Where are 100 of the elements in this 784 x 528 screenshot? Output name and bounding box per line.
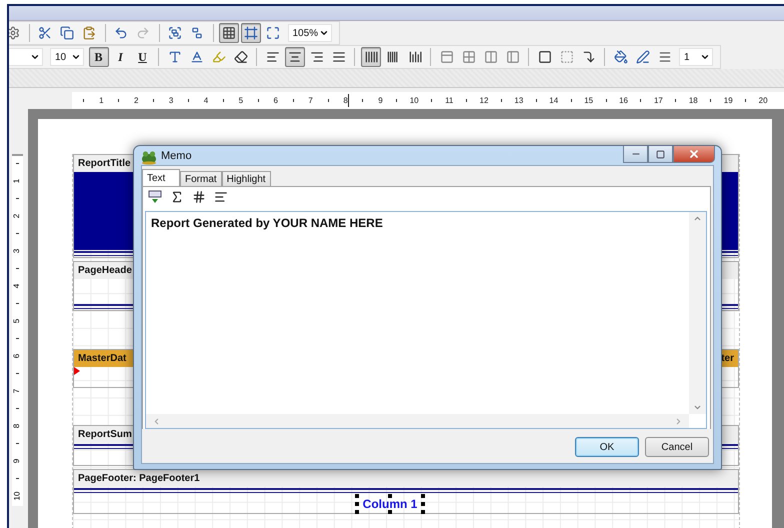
ruler-number: 13 <box>514 96 524 105</box>
frame-all-icon <box>538 50 552 64</box>
dialog-title: Memo <box>161 150 193 162</box>
band-title: ReportSum <box>78 429 132 440</box>
band-title: PageHeade <box>78 265 132 276</box>
ruler-number: 3 <box>168 96 174 105</box>
ruler-number: 15 <box>584 96 594 105</box>
maximize-icon <box>656 150 665 158</box>
pen-icon <box>636 50 650 64</box>
close-button[interactable] <box>673 146 715 163</box>
scroll-down-icon <box>693 403 702 412</box>
toolbar-button[interactable] <box>360 47 380 67</box>
ruler-number: 11 <box>445 96 454 105</box>
dropdown-field[interactable] <box>9 48 43 66</box>
ruler-number: 10 <box>14 491 22 500</box>
band-title: MasterDat <box>78 353 126 364</box>
fit-icon <box>266 26 280 40</box>
band-title: PageFooter: PageFooter1 <box>78 473 200 484</box>
dropdown-caret-icon <box>318 28 328 38</box>
frame-grid-icon <box>462 50 476 64</box>
ruler-number: 17 <box>654 96 663 105</box>
ruler-number: 20 <box>758 96 768 105</box>
frame-columns-icon <box>484 50 498 64</box>
ruler-number: 1 <box>99 96 104 105</box>
ruler-number: 2 <box>134 96 138 105</box>
frame-top-icon <box>440 50 454 64</box>
text-size-icon <box>168 50 182 64</box>
minimize-button[interactable] <box>623 146 648 163</box>
close-icon <box>688 148 700 160</box>
dropdown-field[interactable]: 10 <box>50 48 84 66</box>
ruler-number: 14 <box>549 96 558 105</box>
undo-icon <box>114 26 128 40</box>
ruler-number: 18 <box>688 96 698 105</box>
ruler-number: 19 <box>724 96 733 105</box>
ruler-number: 3 <box>14 248 22 253</box>
toolbar-button[interactable] <box>284 47 304 67</box>
ruler-number: 7 <box>14 388 22 393</box>
ruler-number: 7 <box>308 96 313 105</box>
ruler-number: 9 <box>14 458 22 463</box>
ruler-number: 6 <box>274 96 278 105</box>
sum-icon <box>170 190 184 204</box>
scroll-right-icon <box>674 416 683 426</box>
shadow-corner-icon <box>582 50 596 64</box>
ruler-number: 8 <box>14 423 22 428</box>
eraser-icon <box>234 50 248 64</box>
ruler-number: 1 <box>14 178 22 183</box>
grid-icon <box>222 26 236 40</box>
horizontal-scrollbar[interactable] <box>146 414 689 428</box>
frame-none-icon <box>560 50 574 64</box>
resize-handle[interactable] <box>388 510 392 514</box>
toolbar-button[interactable]: B <box>88 47 108 67</box>
ruler-number: 2 <box>14 213 22 218</box>
tab[interactable]: Text <box>142 169 180 186</box>
ungroup-icon <box>190 26 204 40</box>
ruler-number: 16 <box>619 96 628 105</box>
toolbar-button[interactable]: I <box>110 47 130 67</box>
dropdown-caret-icon <box>700 52 710 62</box>
band-title: ter <box>721 353 734 364</box>
ruler-number: 10 <box>410 96 419 105</box>
band-header[interactable]: PageFooter: PageFooter1 <box>74 470 738 487</box>
align-left-icon <box>266 50 280 64</box>
ruler-number: 4 <box>204 96 208 105</box>
font-color-icon <box>190 50 204 64</box>
highlighter-icon <box>212 50 226 64</box>
copy-icon <box>60 26 74 40</box>
dropdown-field[interactable]: 1 <box>679 48 713 66</box>
band-title: ReportTitle <box>78 158 131 169</box>
flag-icon <box>74 367 80 375</box>
frame-left-icon <box>506 50 520 64</box>
ruler-number: 5 <box>238 96 244 105</box>
tab[interactable]: Highlight <box>222 171 271 186</box>
frame-icon <box>244 26 258 40</box>
vertical-lines-icon <box>408 50 422 64</box>
hash-icon <box>192 190 206 204</box>
clipboard-icon <box>82 26 96 40</box>
toolbar-button[interactable] <box>219 23 239 43</box>
scroll-up-icon <box>693 214 702 223</box>
text-object[interactable]: Column 1 <box>357 497 423 511</box>
ruler-number: 4 <box>14 283 22 288</box>
dialog-button[interactable]: Cancel <box>645 437 709 457</box>
scissors-icon <box>38 26 52 40</box>
maximize-button[interactable] <box>648 146 673 163</box>
dropdown-field[interactable]: 105% <box>288 24 332 42</box>
gear-icon <box>9 26 20 40</box>
ruler-number: 8 <box>343 96 348 105</box>
vertical-scrollbar[interactable] <box>689 212 706 414</box>
line-style-icon <box>658 50 672 64</box>
align-right-icon <box>310 50 324 64</box>
scroll-left-icon <box>152 416 161 426</box>
vertical-lines-icon <box>364 50 378 64</box>
align-center-icon <box>288 50 302 64</box>
tab[interactable]: Format <box>180 171 222 186</box>
resize-handle[interactable] <box>388 494 392 498</box>
dropdown-caret-icon <box>71 52 81 62</box>
paint-bucket-icon <box>614 50 628 64</box>
frog-icon <box>141 150 157 165</box>
align-justify-icon <box>332 50 346 64</box>
ruler-number: 5 <box>14 318 22 323</box>
dialog-button[interactable]: OK <box>575 437 639 457</box>
toolbar-button[interactable]: U <box>132 47 152 67</box>
